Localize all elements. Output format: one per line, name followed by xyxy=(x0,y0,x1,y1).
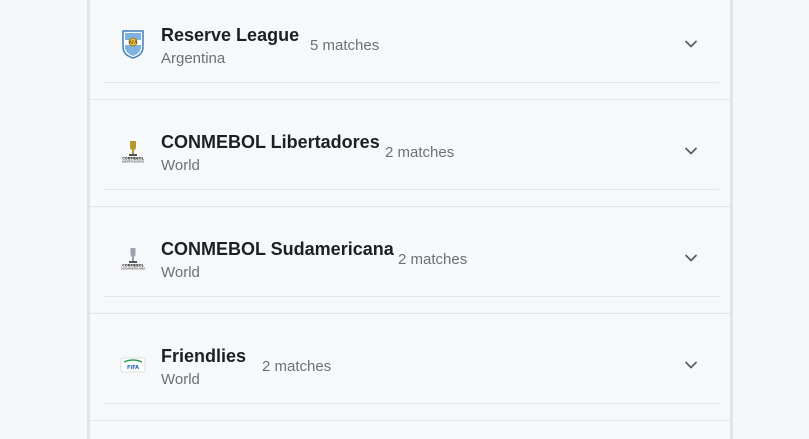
svg-text:SUDAMERICANA: SUDAMERICANA xyxy=(121,267,146,271)
league-block: CONMEBOL LIBERTADORES CONMEBOL Libertado… xyxy=(90,107,730,213)
match-count: 2 matches xyxy=(385,144,455,161)
league-row-conmebol-libertadores[interactable]: CONMEBOL LIBERTADORES CONMEBOL Libertado… xyxy=(104,107,719,190)
chevron-down-icon[interactable] xyxy=(683,143,699,159)
league-country: World xyxy=(161,157,200,174)
league-country: Argentina xyxy=(161,50,226,67)
svg-text:LIBERTADORES: LIBERTADORES xyxy=(122,160,145,164)
match-count: 2 matches xyxy=(262,358,332,375)
league-row-friendlies[interactable]: FIFA Friendlies World 2 matches xyxy=(104,321,719,404)
league-name: Reserve League xyxy=(161,25,300,45)
league-name: CONMEBOL Sudamericana xyxy=(161,239,394,259)
league-country: World xyxy=(161,264,200,281)
match-count: 5 matches xyxy=(310,37,380,54)
league-row-conmebol-sudamericana[interactable]: CONMEBOL SUDAMERICANA CONMEBOL Sudameric… xyxy=(104,214,719,297)
libertadores-trophy-icon: CONMEBOL LIBERTADORES xyxy=(119,137,147,165)
section-divider xyxy=(90,420,730,421)
match-count: 2 matches xyxy=(398,251,468,268)
chevron-down-icon[interactable] xyxy=(683,36,699,52)
svg-text:FIFA: FIFA xyxy=(127,365,139,371)
league-block: CONMEBOL SUDAMERICANA CONMEBOL Sudameric… xyxy=(90,214,730,320)
svg-text:AFA: AFA xyxy=(129,40,138,46)
fifa-friendlies-icon: FIFA xyxy=(119,351,147,379)
chevron-down-icon[interactable] xyxy=(683,357,699,373)
section-divider xyxy=(90,99,730,100)
sudamericana-trophy-icon: CONMEBOL SUDAMERICANA xyxy=(119,244,147,272)
section-divider xyxy=(90,206,730,207)
league-row-reserve-league[interactable]: AFA Reserve League Argentina 5 matches xyxy=(104,0,719,83)
section-divider xyxy=(90,313,730,314)
league-block: AFA Reserve League Argentina 5 matches xyxy=(90,0,730,106)
chevron-down-icon[interactable] xyxy=(683,250,699,266)
league-name: CONMEBOL Libertadores xyxy=(161,132,380,152)
league-country: World xyxy=(161,371,200,388)
league-block: FIFA Friendlies World 2 matches xyxy=(90,321,730,427)
league-list-panel: AFA Reserve League Argentina 5 matches C… xyxy=(87,0,733,439)
league-name: Friendlies xyxy=(161,346,247,366)
afa-crest-icon: AFA xyxy=(119,30,147,59)
